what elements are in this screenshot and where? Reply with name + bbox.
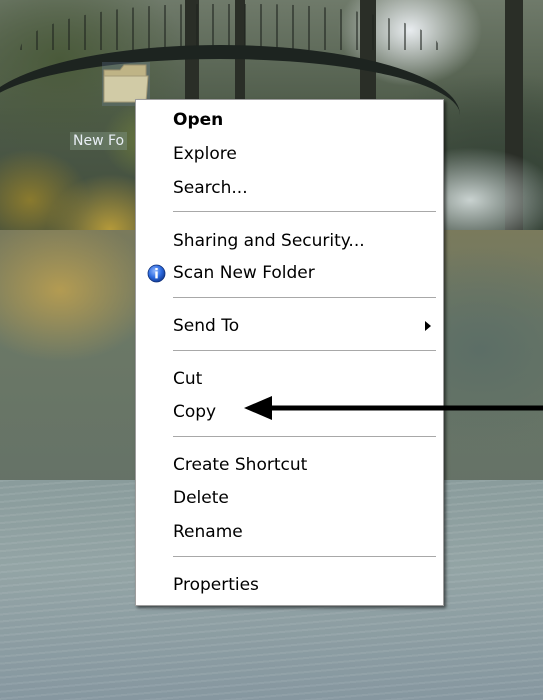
menu-item-sharing-and-security[interactable]: Sharing and Security... bbox=[136, 225, 443, 257]
menu-item-copy[interactable]: Copy bbox=[136, 396, 443, 428]
menu-separator bbox=[173, 556, 436, 557]
menu-separator bbox=[173, 436, 436, 437]
menu-item-explore[interactable]: Explore bbox=[136, 138, 443, 170]
menu-item-search[interactable]: Search... bbox=[136, 172, 443, 204]
menu-item-properties[interactable]: Properties bbox=[136, 569, 443, 601]
menu-separator bbox=[173, 350, 436, 351]
menu-item-cut[interactable]: Cut bbox=[136, 363, 443, 395]
scan-icon bbox=[147, 264, 166, 283]
menu-item-open[interactable]: Open bbox=[136, 104, 443, 136]
folder-label[interactable]: New Fo bbox=[70, 132, 128, 150]
menu-separator bbox=[173, 211, 436, 212]
menu-separator bbox=[173, 297, 436, 298]
menu-item-delete[interactable]: Delete bbox=[136, 482, 443, 514]
submenu-arrow-icon bbox=[425, 321, 431, 331]
menu-item-label: Send To bbox=[173, 316, 240, 336]
menu-item-rename[interactable]: Rename bbox=[136, 516, 443, 548]
menu-item-label: Scan New Folder bbox=[173, 263, 315, 283]
menu-item-send-to[interactable]: Send To bbox=[136, 310, 443, 342]
menu-item-scan-new-folder[interactable]: Scan New Folder bbox=[136, 257, 443, 289]
desktop[interactable]: New Fo Open Explore Search... Sharing an… bbox=[0, 0, 543, 700]
menu-item-create-shortcut[interactable]: Create Shortcut bbox=[136, 449, 443, 481]
context-menu: Open Explore Search... Sharing and Secur… bbox=[135, 99, 444, 606]
